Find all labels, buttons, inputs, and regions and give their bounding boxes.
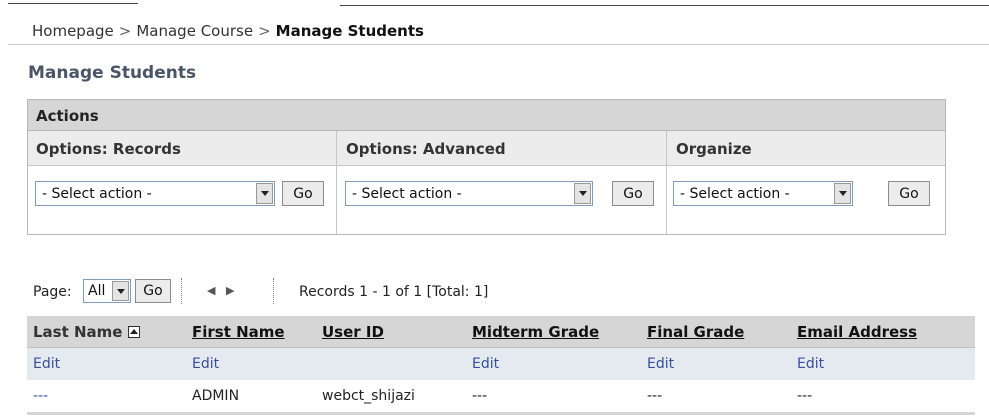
organize-action-value: - Select action - <box>680 186 790 202</box>
page-select-value: All <box>88 283 106 299</box>
column-header-final-grade[interactable]: Final Grade <box>641 316 791 348</box>
edit-email-address-link[interactable]: Edit <box>797 356 824 372</box>
organize-label: Organize <box>676 140 752 158</box>
last-name-header-label: Last Name <box>33 322 123 341</box>
edit-first-name-link[interactable]: Edit <box>192 356 219 372</box>
edit-cell: Edit <box>186 347 316 380</box>
breadcrumb: Homepage > Manage Course > Manage Students <box>8 10 989 45</box>
previous-page-icon[interactable]: ◀ <box>207 284 215 297</box>
pager-divider <box>273 278 274 304</box>
edit-midterm-grade-link[interactable]: Edit <box>472 356 499 372</box>
page-select[interactable]: All <box>83 279 131 303</box>
chevron-down-icon[interactable] <box>112 281 129 301</box>
table-row: --- ADMIN webct_shijazi --- --- --- <box>27 380 975 412</box>
edit-final-grade-link[interactable]: Edit <box>647 356 674 372</box>
options-advanced-label: Options: Advanced <box>346 140 506 158</box>
column-header-midterm-grade[interactable]: Midterm Grade <box>466 316 641 348</box>
advanced-action-select[interactable]: - Select action - <box>345 181 593 206</box>
edit-last-name-link[interactable]: Edit <box>33 356 60 372</box>
table-header-row: Last Name First Name User ID Midterm Gra… <box>27 316 975 348</box>
actions-panel: Actions Options: Records Options: Advanc… <box>27 99 946 235</box>
user-id-cell: webct_shijazi <box>316 380 466 412</box>
edit-cell <box>316 347 466 380</box>
actions-title: Actions <box>36 107 99 125</box>
edit-cell: Edit <box>27 347 186 380</box>
final-grade-cell: --- <box>641 380 791 412</box>
table-footer-line <box>27 412 975 415</box>
page-label: Page: <box>33 284 72 300</box>
column-divider <box>666 131 667 234</box>
actions-column-headers: Options: Records Options: Advanced Organ… <box>28 131 945 166</box>
column-header-last-name[interactable]: Last Name <box>27 316 186 348</box>
column-divider <box>336 131 337 234</box>
pagination-bar: Page: All Go ◀ ▶ Records 1 - 1 of 1 [Tot… <box>27 276 727 306</box>
organize-go-label: Go <box>899 186 919 202</box>
advanced-go-label: Go <box>623 186 643 202</box>
midterm-grade-sort-link[interactable]: Midterm Grade <box>472 323 599 341</box>
options-records-label: Options: Records <box>36 140 181 158</box>
chevron-down-icon[interactable] <box>574 183 591 204</box>
sort-ascending-icon[interactable] <box>128 326 141 338</box>
records-count: Records 1 - 1 of 1 [Total: 1] <box>299 284 489 300</box>
user-id-sort-link[interactable]: User ID <box>322 323 384 341</box>
advanced-action-value: - Select action - <box>352 186 462 202</box>
pager-divider <box>181 278 182 304</box>
final-grade-sort-link[interactable]: Final Grade <box>647 323 744 341</box>
first-name-cell: ADMIN <box>186 380 316 412</box>
next-page-icon[interactable]: ▶ <box>226 284 234 297</box>
email-address-cell: --- <box>791 380 975 412</box>
breadcrumb-current: Manage Students <box>275 22 424 40</box>
breadcrumb-separator: > <box>258 22 271 40</box>
last-name-cell[interactable]: --- <box>27 380 186 412</box>
edit-cell: Edit <box>641 347 791 380</box>
advanced-go-button[interactable]: Go <box>612 181 654 206</box>
page-go-label: Go <box>143 283 163 299</box>
page-title: Manage Students <box>28 63 197 83</box>
first-name-sort-link[interactable]: First Name <box>192 323 285 341</box>
actions-header: Actions <box>28 100 945 131</box>
chevron-down-icon[interactable] <box>256 183 273 204</box>
records-go-button[interactable]: Go <box>282 181 324 206</box>
email-address-sort-link[interactable]: Email Address <box>797 323 917 341</box>
top-tab-edge <box>0 0 989 8</box>
breadcrumb-separator: > <box>118 22 132 40</box>
chevron-down-icon[interactable] <box>834 183 851 204</box>
records-action-value: - Select action - <box>42 186 152 202</box>
page-go-button[interactable]: Go <box>135 279 171 303</box>
organize-go-button[interactable]: Go <box>888 181 930 206</box>
edit-cell: Edit <box>466 347 641 380</box>
column-header-user-id[interactable]: User ID <box>316 316 466 348</box>
breadcrumb-link-manage-course[interactable]: Manage Course <box>136 22 253 40</box>
students-table: Last Name First Name User ID Midterm Gra… <box>27 316 975 415</box>
organize-action-select[interactable]: - Select action - <box>673 181 853 206</box>
records-action-select[interactable]: - Select action - <box>35 181 275 206</box>
column-header-first-name[interactable]: First Name <box>186 316 316 348</box>
edit-row: Edit Edit Edit Edit Edit <box>27 347 975 380</box>
column-header-email-address[interactable]: Email Address <box>791 316 975 348</box>
breadcrumb-link-homepage[interactable]: Homepage <box>32 22 114 40</box>
edit-cell: Edit <box>791 347 975 380</box>
records-go-label: Go <box>293 186 313 202</box>
midterm-grade-cell: --- <box>466 380 641 412</box>
